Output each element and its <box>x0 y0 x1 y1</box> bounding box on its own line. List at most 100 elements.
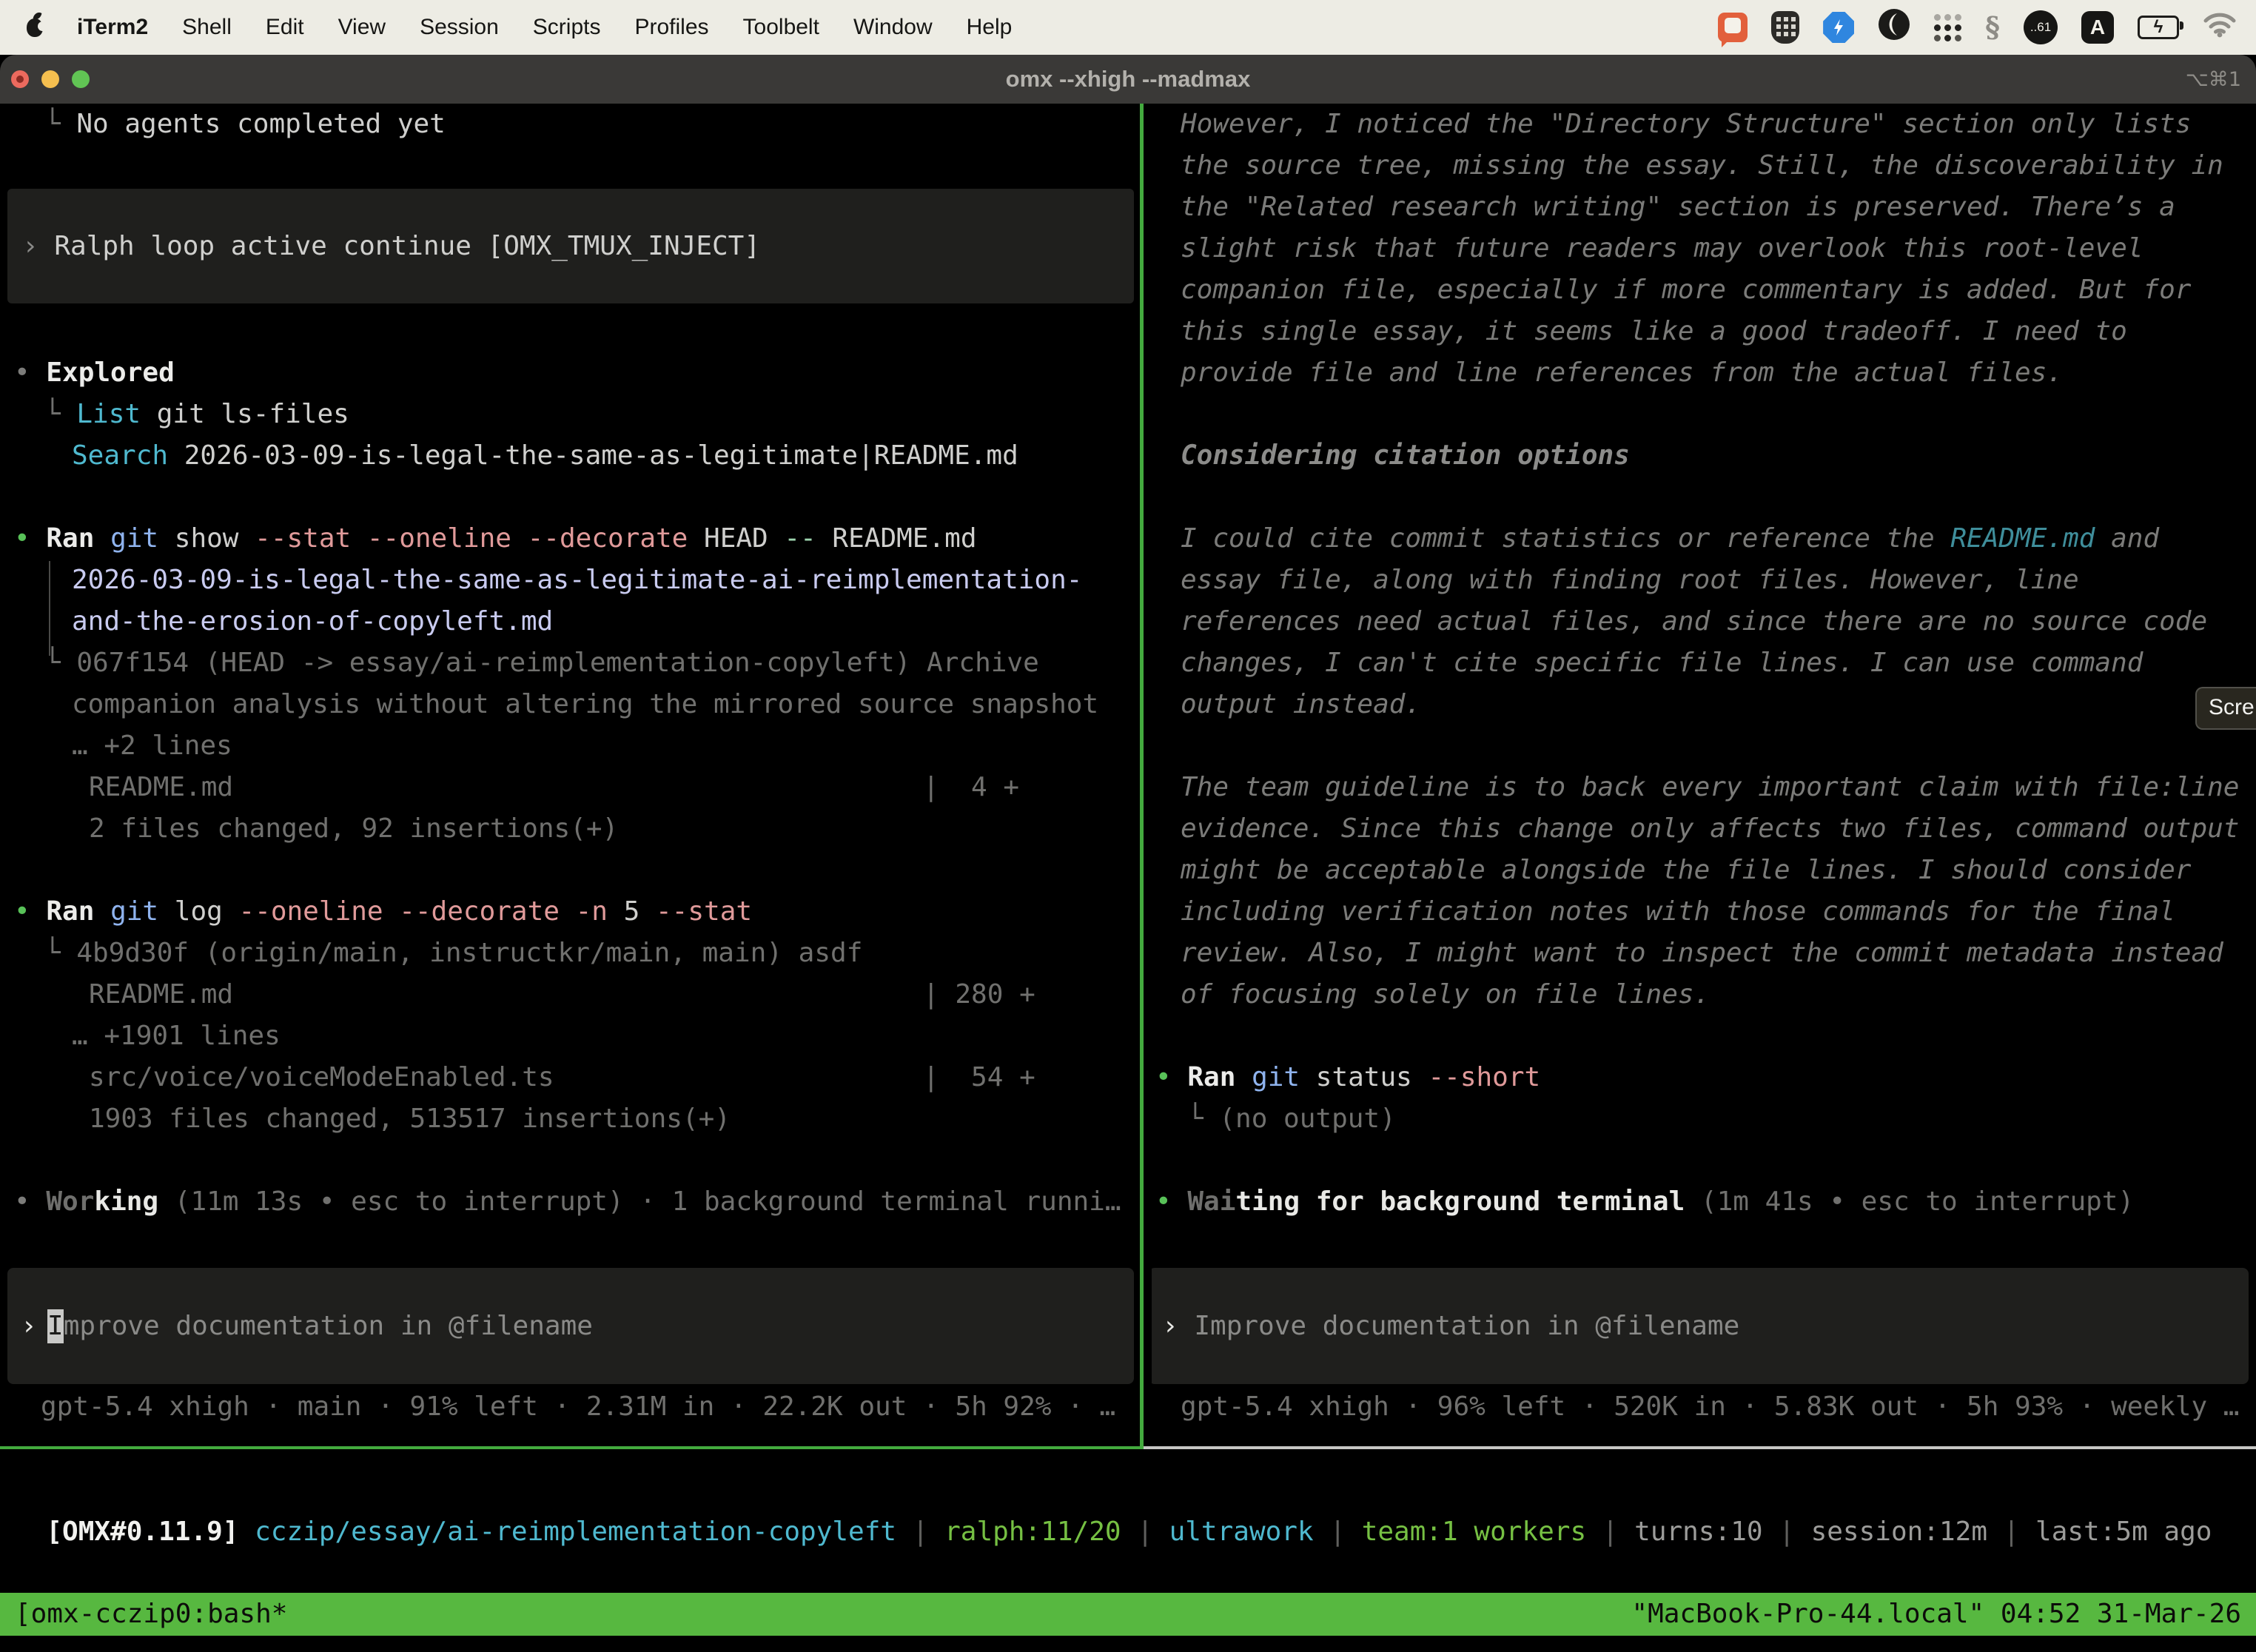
pane-bottom-border-right <box>1144 1446 2256 1449</box>
prompt-chevron-icon: › <box>1152 1311 1178 1341</box>
reasoning-line: However, I noticed the "Directory Struct… <box>1152 104 2256 145</box>
tree-connector-line <box>49 561 50 656</box>
explored-header-line: • Explored <box>0 352 1140 394</box>
blank-line <box>1152 725 2256 767</box>
reasoning-line: changes, I can't cite specific file line… <box>1152 642 2256 684</box>
shield-grid-icon[interactable] <box>1771 11 1799 44</box>
moon-circle-icon[interactable] <box>1878 8 1910 47</box>
reasoning-line: essay file, along with finding root file… <box>1152 560 2256 601</box>
model-status-line-left: gpt-5.4 xhigh · main · 91% left · 2.31M … <box>0 1386 1140 1428</box>
menu-item-session[interactable]: Session <box>420 15 499 40</box>
model-status-line-right: gpt-5.4 xhigh · 96% left · 520K in · 5.8… <box>1152 1386 2256 1428</box>
input-placeholder: mprove documentation in @filename <box>64 1311 593 1341</box>
command-input-right[interactable]: › Improve documentation in @filename <box>1152 1268 2249 1384</box>
reasoning-heading: Considering citation options <box>1152 435 2256 477</box>
show-output-truncation: … +2 lines <box>0 725 1140 767</box>
input-placeholder: Improve documentation in @filename <box>1178 1311 1740 1341</box>
menu-item-profiles[interactable]: Profiles <box>634 15 708 40</box>
ralph-counter: ralph:11/20 <box>944 1517 1121 1547</box>
apple-menu-icon[interactable] <box>27 19 43 37</box>
blank-line <box>0 1140 1140 1181</box>
dots-grid-icon[interactable] <box>1934 14 1961 41</box>
show-filename-line-1: 2026-03-09-is-legal-the-same-as-legitima… <box>0 560 1140 601</box>
omx-version: [OMX#0.11.9] <box>46 1517 238 1547</box>
bullet-icon: • <box>14 523 30 554</box>
blank-line <box>0 850 1140 891</box>
window-title-bar[interactable]: omx --xhigh --madmax ⌥⌘1 <box>0 55 2256 104</box>
tmux-pane-right[interactable]: However, I noticed the "Directory Struct… <box>1152 104 2256 1446</box>
battery-charging-icon[interactable]: ϟ <box>2138 16 2179 39</box>
command-input-left[interactable]: › Improve documentation in @filename <box>7 1268 1134 1384</box>
a-badge-icon[interactable]: A <box>2081 11 2114 44</box>
wifi-icon[interactable] <box>2203 11 2237 44</box>
reasoning-line: evidence. Since this change only affects… <box>1152 808 2256 850</box>
tab-shortcut-label: ⌥⌘1 <box>2186 68 2256 91</box>
macos-menu-bar: iTerm2 Shell Edit View Session Scripts P… <box>0 0 2256 55</box>
blank-line <box>1152 1015 2256 1057</box>
ralph-loop-text: Ralph loop active continue [OMX_TMUX_INJ… <box>54 231 760 261</box>
working-status-line: • Working (11m 13s • esc to interrupt) ·… <box>0 1181 1140 1223</box>
team-workers-badge: team:1 workers <box>1362 1517 1586 1547</box>
show-stat-line-2: 2 files changed, 92 insertions(+) <box>0 808 1140 850</box>
reasoning-line: output instead. <box>1152 684 2256 725</box>
circle-61-badge-icon[interactable]: ..61 <box>2024 10 2058 44</box>
menu-item-view[interactable]: View <box>338 15 386 40</box>
log-output-line-1: └ 4b9d30f (origin/main, instructkr/main,… <box>0 933 1140 974</box>
omx-status-bar: [OMX#0.11.9] cczip/essay/ai-reimplementa… <box>0 1470 2212 1511</box>
bullet-icon: • <box>14 1186 30 1217</box>
screen-edge-tooltip[interactable]: Scre <box>2195 687 2256 730</box>
blank-line <box>1152 477 2256 518</box>
tmux-host-clock: "MacBook-Pro-44.local" 04:52 31-Mar-26 <box>1631 1593 2241 1636</box>
text-cursor: I <box>47 1309 64 1343</box>
menu-item-edit[interactable]: Edit <box>266 15 304 40</box>
reasoning-line: slight risk that future readers may over… <box>1152 228 2256 269</box>
charging-bolt-icon: ϟ <box>2154 19 2163 36</box>
shield-grid-pattern <box>1776 17 1781 21</box>
blank-line <box>0 477 1140 518</box>
reasoning-line: The team guideline is to back every impo… <box>1152 767 2256 808</box>
ultrawork-badge: ultrawork <box>1169 1517 1314 1547</box>
menu-item-help[interactable]: Help <box>967 15 1013 40</box>
pane-bottom-border-left <box>0 1446 1144 1449</box>
bullet-icon: • <box>1155 1186 1172 1217</box>
minimize-window-button[interactable] <box>41 70 59 88</box>
log-output-truncation: … +1901 lines <box>0 1015 1140 1057</box>
tmux-pane-left[interactable]: └ No agents completed yet › Ralph loop a… <box>0 104 1140 1446</box>
menu-item-toolbelt[interactable]: Toolbelt <box>743 15 819 40</box>
menu-item-iterm2[interactable]: iTerm2 <box>77 15 148 40</box>
menu-item-scripts[interactable]: Scripts <box>533 15 601 40</box>
blank-line <box>0 145 1140 187</box>
chat-app-icon[interactable] <box>1718 13 1748 42</box>
prompt-chevron-icon: › <box>7 1311 37 1341</box>
ralph-loop-box: › Ralph loop active continue [OMX_TMUX_I… <box>7 189 1134 303</box>
tmux-session-window: [omx-cczip0:bash* <box>15 1593 287 1636</box>
menu-items: iTerm2 Shell Edit View Session Scripts P… <box>0 15 1012 40</box>
explored-list-line: └ List git ls-files <box>0 394 1140 435</box>
traffic-lights <box>0 70 90 88</box>
reasoning-line: I could cite commit statistics or refere… <box>1152 518 2256 560</box>
ran-git-log-line: • Ran git log --oneline --decorate -n 5 … <box>0 891 1140 933</box>
reasoning-line: might be acceptable alongside the file l… <box>1152 850 2256 891</box>
readme-link[interactable]: README.md <box>1950 523 2095 554</box>
reasoning-line: including verification notes with those … <box>1152 891 2256 933</box>
menu-item-window[interactable]: Window <box>853 15 933 40</box>
spark-badge-icon[interactable] <box>1823 12 1854 43</box>
show-output-line-2: companion analysis without altering the … <box>0 684 1140 725</box>
reasoning-line: provide file and line references from th… <box>1152 352 2256 394</box>
spacer <box>0 303 1140 352</box>
agents-note-line: └ No agents completed yet <box>0 104 1140 145</box>
pane-divider[interactable] <box>1140 104 1144 1446</box>
bullet-icon: • <box>14 896 30 927</box>
bullet-icon: • <box>14 357 30 388</box>
zoom-window-button[interactable] <box>72 70 90 88</box>
squiggle-icon[interactable]: § <box>1985 13 2000 42</box>
prompt-chevron-icon: › <box>7 231 54 261</box>
menu-item-shell[interactable]: Shell <box>182 15 232 40</box>
reasoning-line: of focusing solely on file lines. <box>1152 974 2256 1015</box>
tmux-status-bar: [omx-cczip0:bash* "MacBook-Pro-44.local"… <box>0 1593 2256 1636</box>
close-window-button[interactable] <box>11 70 29 88</box>
log-stat-line-1: README.md | 280 + <box>0 974 1140 1015</box>
menu-status-icons: § ..61 A ϟ <box>1718 8 2256 47</box>
show-filename-line-2: and-the-erosion-of-copyleft.md <box>0 601 1140 642</box>
reasoning-line: companion file, especially if more comme… <box>1152 269 2256 311</box>
